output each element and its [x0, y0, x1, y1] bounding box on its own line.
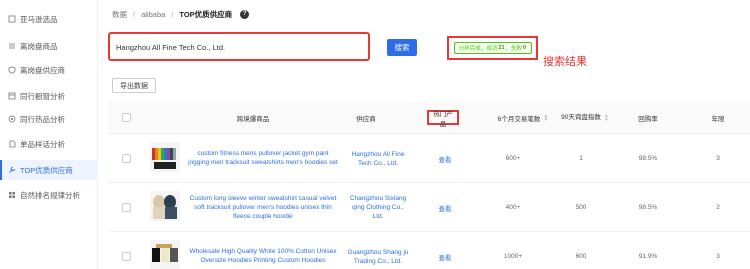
row-checkbox[interactable]	[121, 154, 131, 163]
wrench-icon	[8, 166, 16, 174]
result-status-badge: 分析完成，成功 21 ，失败 0	[454, 42, 532, 54]
result-prefix: 分析完成，成功	[458, 46, 498, 52]
product-thumbnail[interactable]	[150, 191, 180, 221]
breadcrumb-item[interactable]: alibaba	[141, 10, 165, 19]
target-icon	[8, 115, 16, 123]
select-all-checkbox[interactable]	[121, 113, 131, 122]
breadcrumb-separator: /	[133, 9, 136, 19]
table-row: Custom long sleeve winter sweatshirt cas…	[108, 183, 750, 232]
header-orders-6m-label: 6个月交易笔数	[497, 115, 541, 123]
row-select-cell	[120, 232, 132, 269]
sidebar-item-amazon[interactable]: 亚马逊选品	[0, 9, 98, 29]
grid-icon	[8, 191, 16, 199]
sidebar-item-label: 离岗盘供应商	[20, 65, 65, 75]
row-select-cell	[120, 183, 132, 232]
sort-icon: ▲ ▼	[543, 112, 549, 123]
supplier-link[interactable]: Guangzhou Shang ju Trading Co., Ltd.	[346, 232, 410, 269]
hot-products-link[interactable]: 查看	[433, 232, 457, 269]
header-hot-products: 热门产品	[427, 110, 459, 128]
sidebar-item-label: TOP优质供应商	[20, 165, 73, 175]
sidebar: 亚马逊选品 离岗盘商品 离岗盘供应商 同行橱窗分析 同行热品分析 单品样话分析 …	[0, 0, 98, 269]
table-row: Wholesale High Quality White 100% Cotton…	[108, 232, 750, 269]
result-middle: ，失败	[505, 46, 523, 52]
search-box-highlight	[108, 32, 370, 61]
result-annotation: 搜索结果	[543, 56, 587, 68]
window-icon	[8, 92, 16, 100]
sidebar-item-top-suppliers[interactable]: TOP优质供应商	[0, 160, 98, 180]
product-title-link[interactable]: Custom long sleeve winter sweatshirt cas…	[188, 191, 338, 223]
search-button[interactable]: 搜索	[387, 39, 417, 56]
doc-icon	[8, 140, 16, 148]
row-checkbox[interactable]	[121, 203, 131, 212]
breadcrumb-current: TOP优质供应商	[179, 9, 233, 19]
supplier-link[interactable]: Hangzhou All Fine Tech Co., Ltd.	[346, 134, 410, 183]
sidebar-item-suppliers[interactable]: 离岗盘供应商	[0, 60, 98, 80]
sidebar-item-label: 离岗盘商品	[20, 41, 58, 51]
product-thumbnail[interactable]	[150, 142, 180, 172]
sidebar-item-label: 单品样话分析	[20, 139, 65, 149]
header-sales-90d-label: 90天询盘指数	[561, 114, 601, 121]
result-fail-count: 0	[523, 45, 527, 51]
sidebar-item-label: 自然排名规律分析	[20, 190, 80, 200]
years-value: 2	[716, 204, 720, 211]
product-title-link[interactable]: custom fitness mens pullover jacket gym …	[188, 142, 338, 174]
supplier-link[interactable]: Changzhou Sixiang qing Clothing Co., Ltd…	[346, 183, 410, 232]
row-checkbox[interactable]	[121, 252, 131, 261]
repurchase-value: 98.5%	[638, 204, 658, 211]
row-select-cell	[120, 134, 132, 183]
help-icon[interactable]: ?	[240, 9, 250, 19]
sales-90d-value: 1	[579, 155, 583, 162]
years-value: 3	[716, 253, 720, 260]
result-highlight: 分析完成，成功 21 ，失败 0	[447, 36, 538, 60]
hot-products-link[interactable]: 查看	[433, 134, 457, 183]
product-title-link[interactable]: Wholesale High Quality White 100% Cotton…	[188, 240, 338, 269]
sidebar-item-label: 亚马逊选品	[20, 14, 58, 24]
sidebar-item-window-analysis[interactable]: 同行橱窗分析	[0, 86, 98, 106]
result-success-count: 21	[498, 45, 505, 51]
breadcrumb-item[interactable]: 数据	[112, 9, 127, 20]
header-years: 年限	[711, 115, 725, 123]
orders-6m-value: 600+	[505, 155, 521, 162]
sidebar-item-hot-analysis[interactable]: 同行热品分析	[0, 109, 98, 129]
sidebar-item-rank-analysis[interactable]: 自然排名规律分析	[0, 185, 98, 205]
search-input[interactable]	[116, 40, 356, 54]
breadcrumb-separator: /	[171, 9, 174, 19]
table-header: 跨境爆商品 供应商 热门产品 6个月交易笔数 ▲ ▼ 90天询盘指数 ▲ ▼ 回购率…	[108, 101, 750, 134]
sales-90d-value: 500	[575, 204, 587, 211]
table-row: custom fitness mens pullover jacket gym …	[108, 134, 750, 183]
export-button[interactable]: 导出数据	[112, 78, 156, 93]
header-repurchase: 回购率	[638, 115, 658, 123]
product-thumbnail[interactable]	[150, 240, 180, 269]
sort-icon: ▲ ▼	[603, 112, 609, 123]
repurchase-value: 98.5%	[638, 155, 658, 162]
shield-icon	[8, 66, 16, 74]
header-product: 跨境爆商品	[236, 115, 270, 123]
sidebar-item-label: 同行热品分析	[20, 114, 65, 124]
box-icon	[8, 15, 16, 23]
orders-6m-value: 1000+	[503, 253, 523, 260]
breadcrumb: 数据 / alibaba / TOP优质供应商 ?	[112, 8, 250, 20]
orders-6m-value: 400+	[505, 204, 521, 211]
sidebar-item-single-analysis[interactable]: 单品样话分析	[0, 134, 98, 154]
header-supplier: 供应商	[356, 115, 376, 123]
header-sales-90d[interactable]: 90天询盘指数 ▲ ▼	[554, 101, 616, 134]
select-all-cell	[120, 101, 132, 134]
years-value: 3	[716, 155, 720, 162]
sidebar-item-products[interactable]: 离岗盘商品	[0, 36, 98, 56]
sales-90d-value: 600	[575, 253, 587, 260]
sidebar-item-label: 同行橱窗分析	[20, 91, 65, 101]
hot-products-link[interactable]: 查看	[433, 183, 457, 232]
repurchase-value: 91.9%	[638, 253, 658, 260]
list-icon	[8, 42, 16, 50]
